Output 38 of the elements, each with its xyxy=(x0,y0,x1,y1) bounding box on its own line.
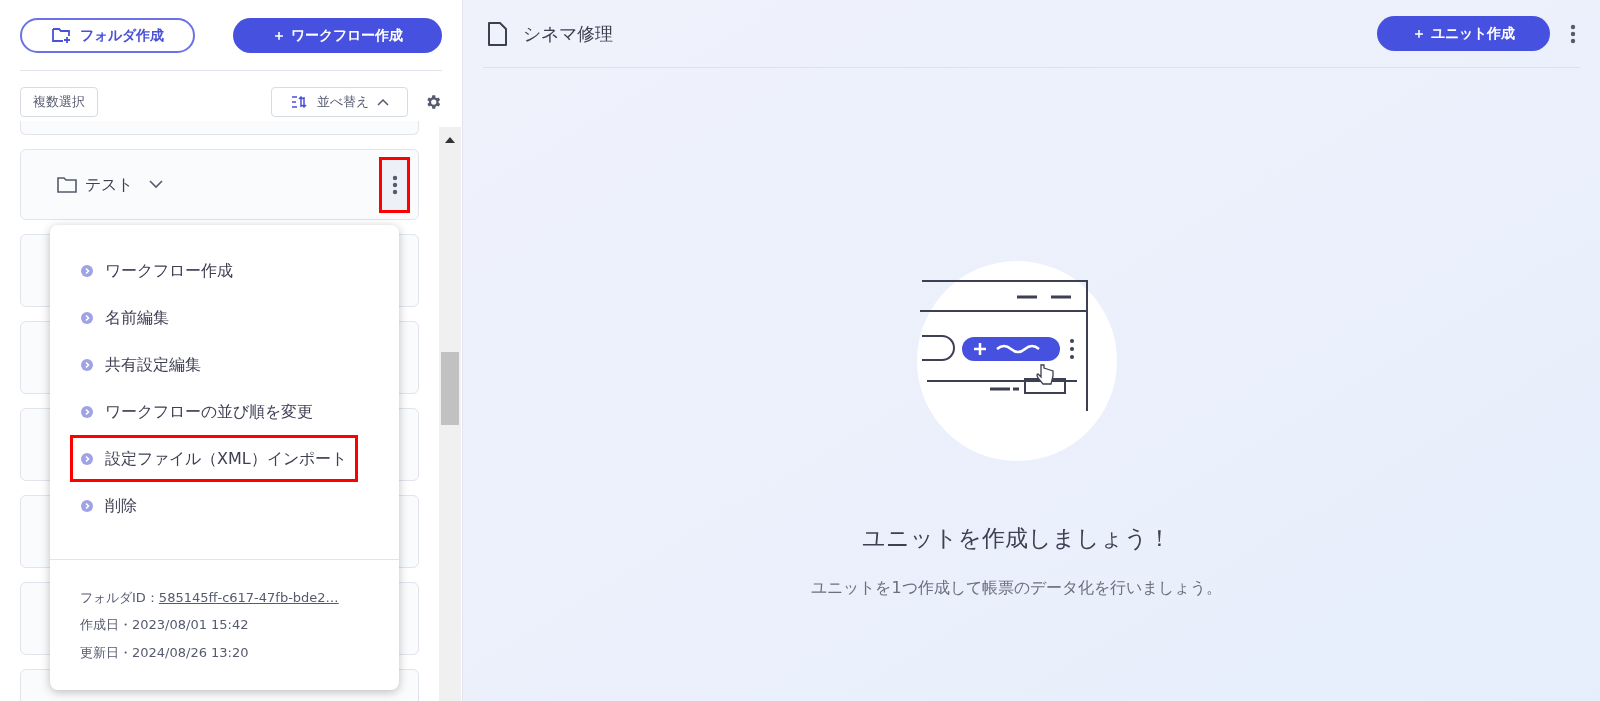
updated-date: 更新日・2024/08/26 13:20 xyxy=(80,643,250,662)
scroll-up-icon[interactable] xyxy=(445,137,455,143)
menu-item[interactable]: 削除 xyxy=(70,482,148,529)
folder-plus-icon xyxy=(51,27,72,44)
menu-item[interactable]: 共有設定編集 xyxy=(70,341,212,388)
document-icon xyxy=(487,21,507,46)
create-unit-button[interactable]: ＋ ユニット作成 xyxy=(1377,16,1550,51)
multi-select-button[interactable]: 複数選択 xyxy=(20,87,98,117)
chevron-circle-icon xyxy=(81,311,93,324)
sort-button[interactable]: 並べ替え xyxy=(271,87,408,117)
create-folder-button[interactable]: フォルダ作成 xyxy=(20,18,195,53)
menu-item[interactable]: 名前編集 xyxy=(70,294,180,341)
folder-card[interactable]: テスト xyxy=(20,149,419,220)
empty-description: ユニットを1つ作成して帳票のデータ化を行いましょう。 xyxy=(811,576,1222,599)
caret-up-icon xyxy=(376,98,389,106)
more-button[interactable] xyxy=(379,156,410,213)
scrollbar[interactable] xyxy=(439,127,461,701)
more-icon[interactable] xyxy=(1570,23,1576,44)
menu-item[interactable]: ワークフロー作成 xyxy=(70,247,244,294)
more-icon[interactable] xyxy=(391,174,398,195)
created-date: 作成日・2023/08/01 15:42 xyxy=(80,616,250,634)
menu-item[interactable]: 設定ファイル（XML）インポート xyxy=(70,435,358,482)
chevron-down-icon[interactable] xyxy=(149,180,163,189)
empty-heading: ユニットを作成しましょう！ xyxy=(862,524,1171,553)
scrollbar-thumb[interactable] xyxy=(441,352,459,425)
menu-item[interactable]: ワークフローの並び順を変更 xyxy=(70,388,324,435)
page-title: シネマ修理 xyxy=(523,22,613,46)
folder-icon xyxy=(57,176,77,193)
chevron-circle-icon xyxy=(81,452,93,465)
folder-name: テスト xyxy=(85,173,133,196)
folder-id-label: フォルダID： xyxy=(80,588,159,607)
chevron-circle-icon xyxy=(81,264,93,277)
chevron-circle-icon xyxy=(81,405,93,418)
folder-id-link[interactable]: 585145ff-c617-47fb-bde2… xyxy=(158,587,339,607)
sort-icon xyxy=(290,95,309,109)
chevron-circle-icon xyxy=(81,358,93,371)
chevron-circle-icon xyxy=(81,499,93,512)
create-workflow-button[interactable]: ＋ ワークフロー作成 xyxy=(233,18,442,53)
